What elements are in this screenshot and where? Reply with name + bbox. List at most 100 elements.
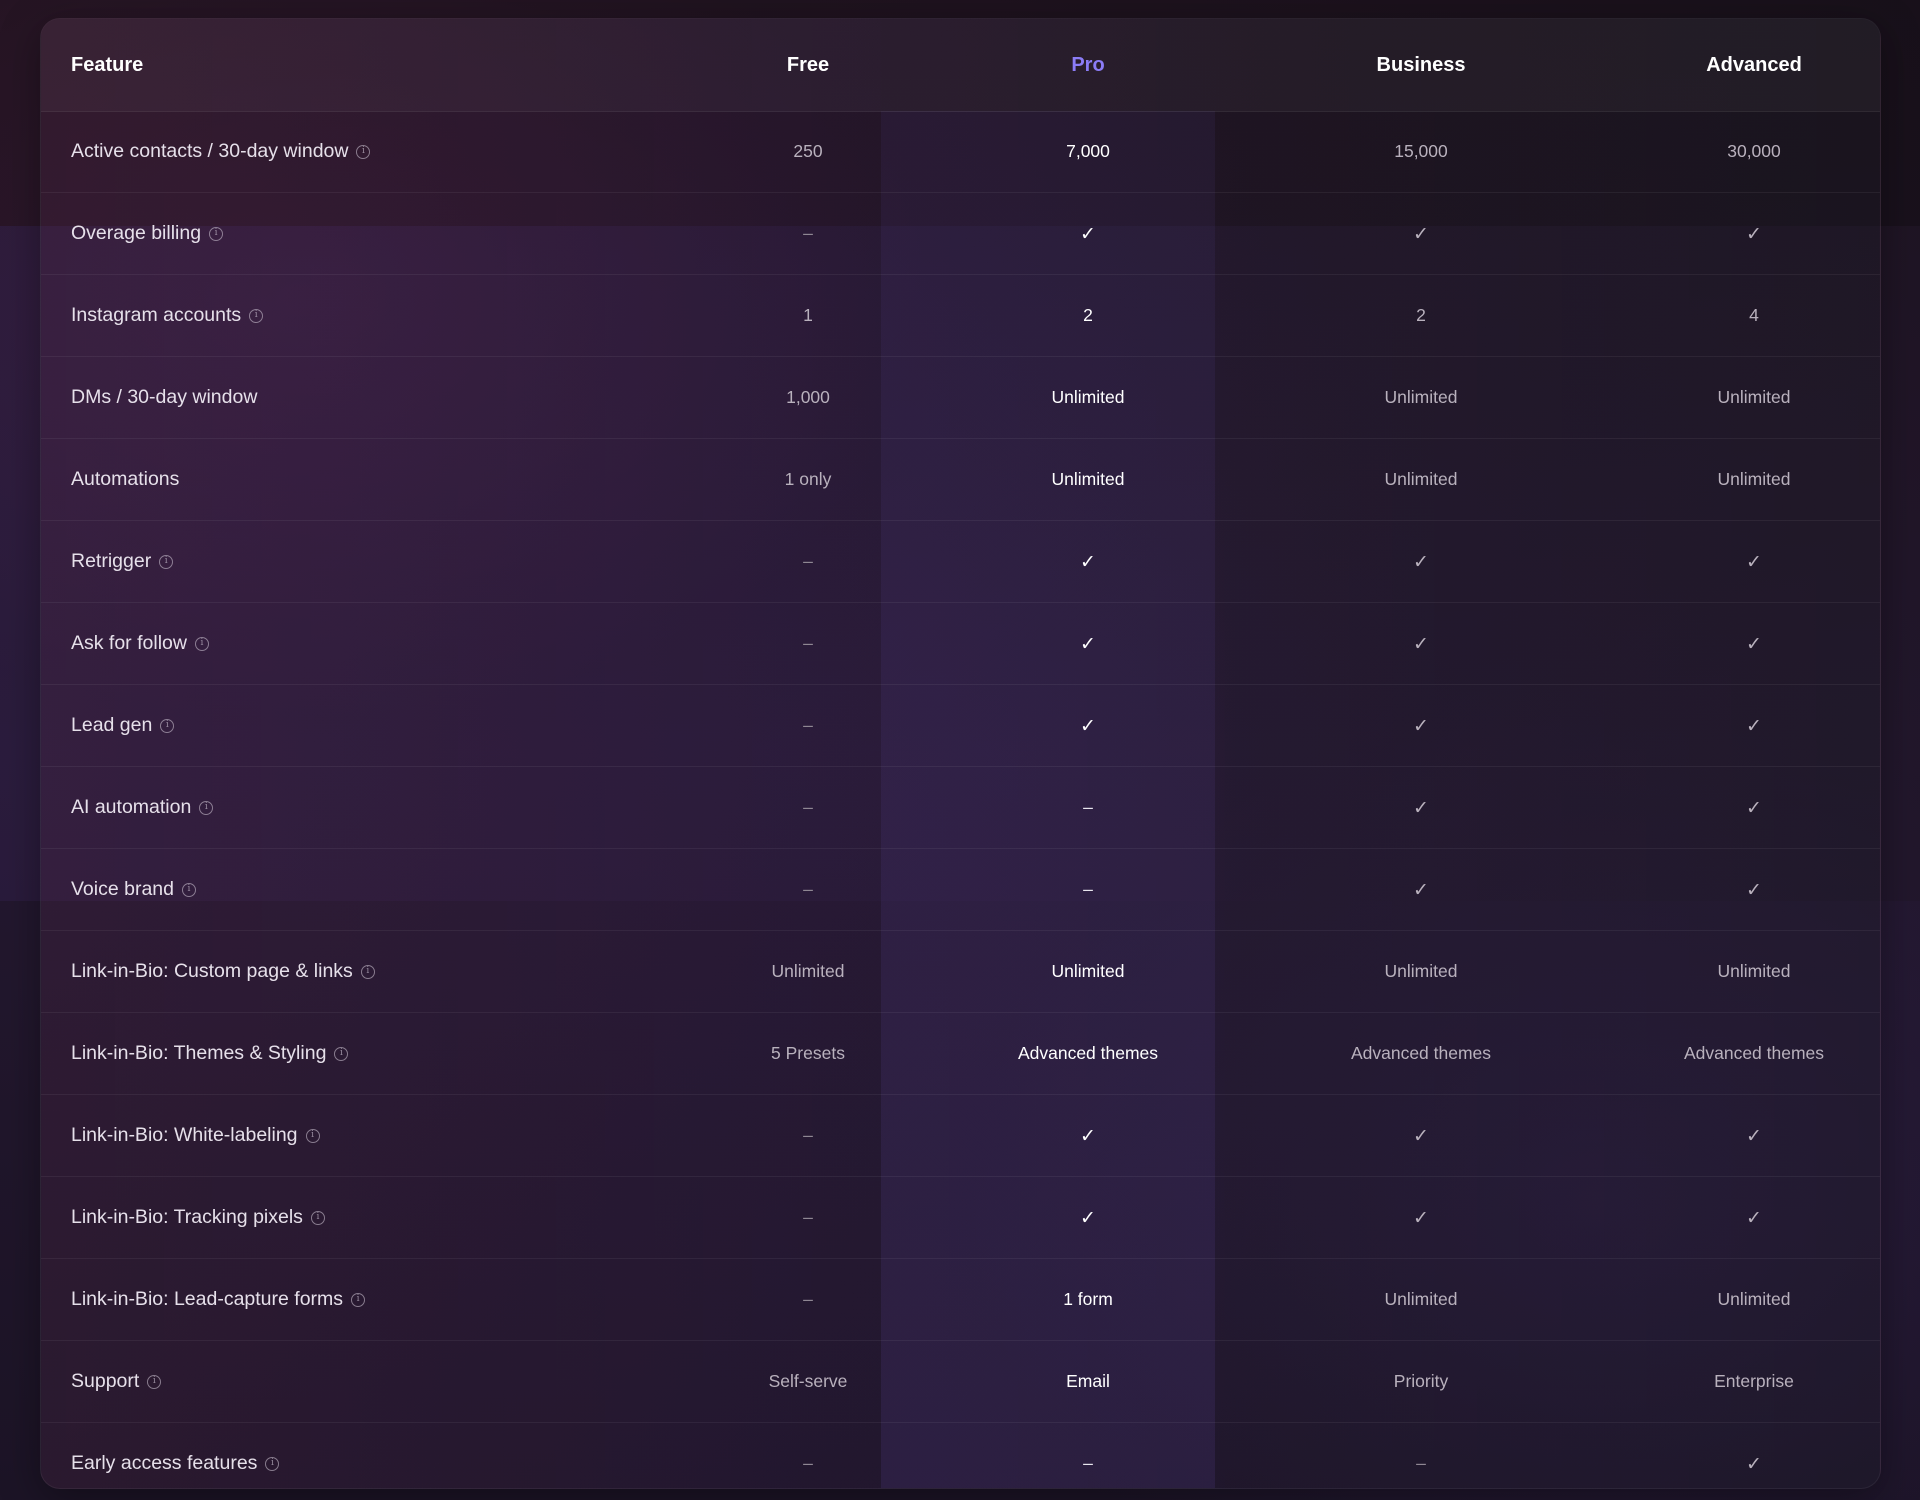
dash-icon: –: [803, 223, 813, 243]
feature-cell: Link-in-Bio: Lead-capture forms i: [71, 1259, 631, 1340]
feature-label: DMs / 30-day window: [71, 386, 258, 408]
info-icon[interactable]: i: [182, 882, 196, 897]
info-icon[interactable]: i: [159, 554, 174, 569]
dash-icon: –: [803, 1207, 813, 1227]
info-icon[interactable]: i: [199, 800, 214, 815]
info-icon[interactable]: i: [310, 1210, 325, 1225]
cell-value: Email: [1066, 1371, 1110, 1391]
cell-business: ✓: [1254, 1177, 1588, 1258]
cell-business: ✓: [1254, 193, 1588, 274]
cell-advanced: ✓: [1587, 767, 1880, 848]
cell-value: Unlimited: [1384, 387, 1458, 407]
cell-value: Advanced themes: [1683, 1043, 1825, 1063]
check-icon: ✓: [1413, 714, 1429, 737]
dash-icon: –: [803, 551, 813, 571]
info-icon[interactable]: i: [209, 226, 224, 241]
check-icon: ✓: [1746, 714, 1762, 737]
cell-value: 5 Presets: [771, 1043, 845, 1063]
dash-icon: –: [803, 1125, 813, 1145]
dash-icon: –: [1083, 879, 1093, 899]
check-icon: ✓: [1746, 222, 1762, 245]
info-icon[interactable]: i: [334, 1046, 349, 1061]
cell-value: Unlimited: [1717, 1289, 1791, 1309]
feature-label: Active contacts / 30-day window: [71, 140, 349, 162]
check-icon: ✓: [1080, 714, 1096, 737]
header-advanced: Advanced: [1706, 53, 1802, 76]
dash-icon: –: [803, 797, 813, 817]
cell-business: ✓: [1254, 685, 1588, 766]
info-icon[interactable]: i: [160, 718, 175, 733]
cell-pro: ✓: [921, 685, 1255, 766]
check-icon: ✓: [1080, 550, 1096, 573]
info-icon[interactable]: i: [265, 1456, 280, 1471]
check-icon: ✓: [1080, 222, 1096, 245]
cell-business: Advanced themes: [1254, 1013, 1588, 1094]
cell-value: Advanced themes: [1017, 1043, 1159, 1063]
cell-business: ✓: [1254, 521, 1588, 602]
dash-icon: –: [1083, 1453, 1093, 1473]
cell-value: 2: [1416, 305, 1426, 325]
cell-value: 250: [793, 141, 823, 161]
check-icon: ✓: [1080, 1124, 1096, 1147]
cell-advanced: ✓: [1587, 603, 1880, 684]
cell-value: 30,000: [1727, 141, 1781, 161]
info-icon[interactable]: i: [360, 964, 375, 979]
cell-advanced: ✓: [1587, 193, 1880, 274]
info-icon[interactable]: i: [147, 1374, 162, 1389]
cell-value: 1 form: [1063, 1289, 1113, 1309]
cell-business: –: [1254, 1423, 1588, 1488]
cell-advanced: Unlimited: [1587, 357, 1880, 438]
table-row: Link-in-Bio: Tracking pixels i – ✓ ✓ ✓: [41, 1177, 1880, 1259]
info-icon[interactable]: i: [249, 308, 264, 323]
dash-icon: –: [803, 715, 813, 735]
check-icon: ✓: [1746, 632, 1762, 655]
cell-business: ✓: [1254, 603, 1588, 684]
feature-cell: Retrigger i: [71, 521, 631, 602]
feature-cell: Ask for follow i: [71, 603, 631, 684]
dash-icon: –: [803, 633, 813, 653]
cell-pro: –: [921, 1423, 1255, 1488]
info-icon[interactable]: i: [356, 144, 371, 159]
feature-label: Ask for follow: [71, 632, 187, 654]
cell-value: Unlimited: [1717, 961, 1791, 981]
cell-pro: Unlimited: [921, 439, 1255, 520]
feature-cell: Automations: [71, 439, 631, 520]
cell-advanced: ✓: [1587, 1423, 1880, 1488]
table-row: Link-in-Bio: White-labeling i – ✓ ✓ ✓: [41, 1095, 1880, 1177]
table-row: Support i Self-serve Email Priority Enterpris…: [41, 1341, 1880, 1423]
cell-business: ✓: [1254, 767, 1588, 848]
feature-label: Support: [71, 1370, 140, 1392]
check-icon: ✓: [1413, 1124, 1429, 1147]
table-row: Instagram accounts i 1 2 2 4: [41, 275, 1880, 357]
dash-icon: –: [1416, 1453, 1426, 1473]
check-icon: ✓: [1413, 632, 1429, 655]
cell-advanced: Advanced themes: [1587, 1013, 1880, 1094]
table-body: Active contacts / 30-day window i 250 7,000…: [41, 111, 1880, 1488]
feature-label: Overage billing: [71, 222, 202, 244]
check-icon: ✓: [1413, 796, 1429, 819]
feature-cell: Link-in-Bio: Custom page & links i: [71, 931, 631, 1012]
cell-value: Unlimited: [1384, 961, 1458, 981]
feature-label: Retrigger: [71, 550, 152, 572]
cell-value: Unlimited: [1051, 961, 1125, 981]
cell-value: 1: [803, 305, 813, 325]
feature-cell: AI automation i: [71, 767, 631, 848]
cell-advanced: Unlimited: [1587, 439, 1880, 520]
check-icon: ✓: [1746, 796, 1762, 819]
cell-value: Unlimited: [1384, 469, 1458, 489]
table-row: Retrigger i – ✓ ✓ ✓: [41, 521, 1880, 603]
table-row: Link-in-Bio: Custom page & links i Unlimit…: [41, 931, 1880, 1013]
feature-label: AI automation: [71, 796, 192, 818]
info-icon[interactable]: i: [194, 636, 209, 651]
cell-business: Unlimited: [1254, 439, 1588, 520]
feature-cell: DMs / 30-day window: [71, 357, 631, 438]
comparison-table: Feature Free Pro Business Advanced Activ…: [40, 18, 1881, 1489]
cell-business: Unlimited: [1254, 357, 1588, 438]
cell-business: ✓: [1254, 1095, 1588, 1176]
info-icon[interactable]: i: [351, 1292, 366, 1307]
info-icon[interactable]: i: [305, 1128, 320, 1143]
cell-advanced: ✓: [1587, 1177, 1880, 1258]
feature-cell: Instagram accounts i: [71, 275, 631, 356]
feature-label: Lead gen: [71, 714, 153, 736]
cell-advanced: ✓: [1587, 1095, 1880, 1176]
